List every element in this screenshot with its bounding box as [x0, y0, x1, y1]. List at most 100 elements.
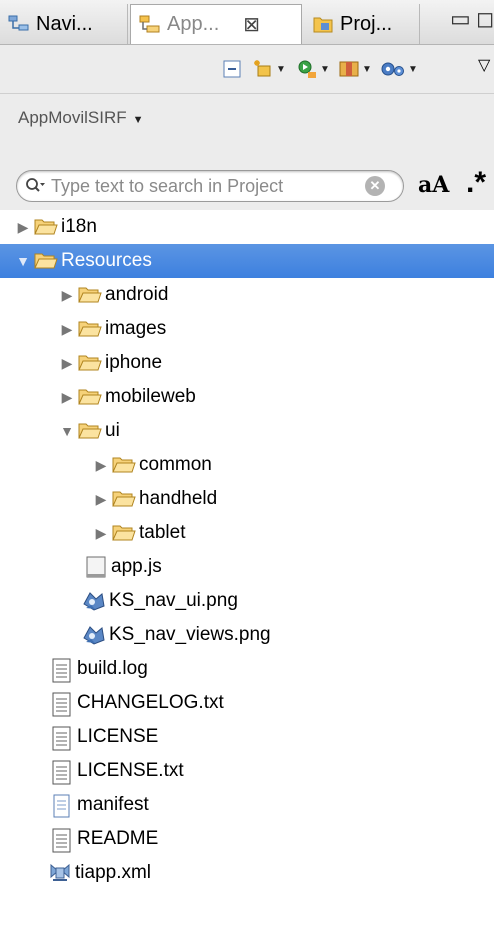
tree-item-label: handheld [139, 488, 218, 509]
tree-item-label: tiapp.xml [75, 862, 152, 883]
folder-open-icon [34, 250, 58, 272]
folder-icon [112, 454, 136, 476]
expand-arrow-icon[interactable]: ▶ [16, 219, 30, 236]
tab-label: App... [167, 13, 220, 35]
tree-item-label: CHANGELOG.txt [77, 692, 224, 713]
collapse-arrow-icon[interactable]: ▼ [60, 423, 74, 439]
tab-label: Navi... [36, 12, 93, 35]
tree-item-label: common [139, 454, 212, 475]
clear-search-icon[interactable]: ✕ [365, 176, 385, 196]
tree-item-images[interactable]: ▶ images [0, 312, 494, 346]
view-tab-bar: Navi... App... ⊠ Proj... ▭ ◻ [0, 0, 494, 45]
app-explorer-icon [139, 14, 161, 36]
tab-app-explorer[interactable]: App... ⊠ [130, 4, 302, 44]
text-file-icon [50, 726, 74, 751]
tree-item-readme[interactable]: README [0, 822, 494, 856]
folder-icon [78, 386, 102, 408]
tree-item-handheld[interactable]: ▶ handheld [0, 482, 494, 516]
search-input[interactable] [51, 175, 351, 197]
package-icon [339, 61, 359, 77]
view-toolbar: ▼ ▼ ▼ ▼ ▽ [0, 45, 494, 94]
js-file-icon [84, 556, 108, 578]
tree-item-label: build.log [77, 658, 148, 679]
tree-item-label: LICENSE.txt [77, 760, 184, 781]
collapse-arrow-icon[interactable]: ▼ [16, 253, 30, 269]
chevron-down-icon: ▼ [132, 114, 144, 126]
folder-icon [78, 352, 102, 374]
view-menu-icon[interactable]: ▽ [478, 53, 490, 77]
close-tab-icon[interactable]: ⊠ [243, 12, 260, 37]
expand-arrow-icon[interactable]: ▶ [94, 457, 108, 474]
expand-arrow-icon[interactable]: ▶ [94, 525, 108, 542]
settings-button[interactable]: ▼ [380, 57, 418, 81]
project-icon [312, 13, 334, 35]
tree-item-tiapp-xml[interactable]: tiapp.xml [0, 856, 494, 890]
run-button[interactable]: ▼ [296, 57, 330, 81]
tree-item-iphone[interactable]: ▶ iphone [0, 346, 494, 380]
collapse-all-icon [223, 60, 241, 78]
tree-item-label: mobileweb [105, 386, 196, 407]
tree-item-license-txt[interactable]: LICENSE.txt [0, 754, 494, 788]
search-bar: ✕ aA .* [0, 164, 494, 210]
project-name: AppMovilSIRF [18, 108, 127, 127]
tree-item-build-log[interactable]: build.log [0, 652, 494, 686]
image-file-icon [82, 590, 106, 612]
tree-item-resources[interactable]: ▼ Resources [0, 244, 494, 278]
expand-arrow-icon[interactable]: ▶ [60, 321, 74, 338]
package-button[interactable]: ▼ [338, 57, 372, 81]
tree-item-changelog[interactable]: CHANGELOG.txt [0, 686, 494, 720]
tab-navigator[interactable]: Navi... [0, 4, 128, 44]
folder-icon [112, 488, 136, 510]
tree-item-ks-nav-ui[interactable]: KS_nav_ui.png [0, 584, 494, 618]
tree-item-tablet[interactable]: ▶ tablet [0, 516, 494, 550]
gear-icon [381, 62, 404, 76]
project-tree: ▶ i18n ▼ Resources ▶ android ▶ images ▶ … [0, 210, 494, 951]
tree-item-mobileweb[interactable]: ▶ mobileweb [0, 380, 494, 414]
tree-item-android[interactable]: ▶ android [0, 278, 494, 312]
tree-item-label: i18n [61, 216, 97, 237]
tree-item-label: KS_nav_ui.png [109, 590, 238, 611]
collapse-all-button[interactable] [222, 57, 242, 81]
tree-item-ks-nav-views[interactable]: KS_nav_views.png [0, 618, 494, 652]
folder-icon [78, 284, 102, 306]
xml-config-icon [48, 862, 72, 884]
tree-item-common[interactable]: ▶ common [0, 448, 494, 482]
maximize-icon[interactable]: ◻ [476, 6, 494, 32]
tree-item-label: Resources [61, 250, 152, 271]
tree-item-label: images [105, 318, 167, 339]
new-wizard-button[interactable]: ▼ [252, 57, 286, 81]
tree-item-license[interactable]: LICENSE [0, 720, 494, 754]
tree-item-ui[interactable]: ▼ ui [0, 414, 494, 448]
folder-icon [112, 522, 136, 544]
expand-arrow-icon[interactable]: ▶ [60, 287, 74, 304]
manifest-file-icon [50, 794, 74, 818]
folder-icon [78, 318, 102, 340]
expand-arrow-icon[interactable]: ▶ [94, 491, 108, 508]
tree-item-label: tablet [139, 522, 186, 543]
expand-arrow-icon[interactable]: ▶ [60, 355, 74, 372]
tree-item-manifest[interactable]: manifest [0, 788, 494, 822]
folder-open-icon [78, 420, 102, 442]
tree-item-label: KS_nav_views.png [109, 624, 271, 645]
navigator-icon [8, 13, 30, 35]
text-file-icon [50, 828, 74, 853]
tab-project[interactable]: Proj... [304, 4, 420, 44]
tree-item-app-js[interactable]: app.js [0, 550, 494, 584]
run-icon [298, 60, 316, 78]
tree-item-label: manifest [77, 794, 149, 815]
tree-item-label: app.js [111, 556, 162, 577]
tree-item-label: LICENSE [77, 726, 159, 747]
text-file-icon [50, 658, 74, 683]
search-icon [26, 178, 45, 192]
project-selector[interactable]: AppMovilSIRF ▼ [18, 108, 144, 128]
search-field[interactable]: ✕ [16, 170, 404, 202]
tab-label: Proj... [340, 12, 393, 35]
minimize-icon[interactable]: ▭ [450, 6, 471, 32]
text-file-icon [50, 692, 74, 717]
expand-arrow-icon[interactable]: ▶ [60, 389, 74, 406]
tree-item-i18n[interactable]: ▶ i18n [0, 210, 494, 244]
text-file-icon [50, 760, 74, 785]
case-sensitive-toggle[interactable]: aA [418, 172, 449, 198]
regex-toggle[interactable]: .* [466, 166, 486, 200]
tree-item-label: android [105, 284, 169, 305]
